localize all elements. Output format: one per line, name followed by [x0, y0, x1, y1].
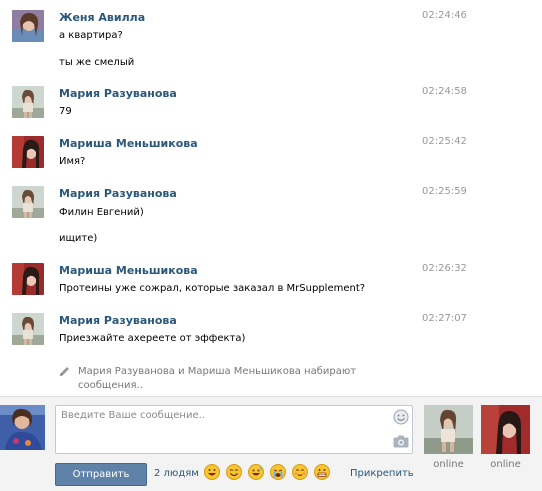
message-author[interactable]: Женя Авилла: [59, 11, 145, 24]
message-time: 02:24:46: [422, 10, 467, 21]
attach-link[interactable]: Прикрепить: [350, 468, 414, 479]
message-input[interactable]: [56, 406, 386, 453]
message-composer: Отправить 2 людям Прикрепить online: [0, 396, 542, 491]
sweat-smile-emoji-icon[interactable]: [248, 464, 264, 480]
typing-text: сообщения..: [78, 380, 143, 391]
camera-icon[interactable]: [393, 435, 409, 448]
smiling-emoji-icon[interactable]: [226, 464, 242, 480]
recipients-link[interactable]: 2 людям: [154, 468, 199, 479]
crying-emoji-icon[interactable]: [270, 464, 286, 480]
send-button[interactable]: Отправить: [55, 463, 147, 486]
typing-indicator: Мария Разуванова и Мариша Меньшикова наб…: [59, 365, 359, 393]
avatar[interactable]: [12, 263, 44, 295]
message-text: ищите): [59, 233, 98, 244]
message-text: ты же смелый: [59, 57, 135, 68]
avatar[interactable]: [12, 86, 44, 118]
message-input-box: [55, 405, 413, 454]
online-status: online: [433, 459, 464, 470]
chat-member-avatar[interactable]: [481, 405, 530, 454]
avatar[interactable]: [12, 313, 44, 345]
message-text: 79: [59, 106, 72, 117]
pencil-icon: [59, 366, 70, 382]
message-author[interactable]: Мариша Меньшикова: [59, 137, 198, 150]
blushing-emoji-icon[interactable]: [292, 464, 308, 480]
avatar[interactable]: [12, 136, 44, 168]
online-status: online: [490, 459, 521, 470]
my-avatar[interactable]: [0, 405, 45, 450]
avatar[interactable]: [12, 10, 44, 42]
message-text: Филин Евгений): [59, 207, 144, 218]
message-time: 02:25:42: [422, 136, 467, 147]
message-time: 02:24:58: [422, 86, 467, 97]
message-author[interactable]: Мария Разуванова: [59, 87, 177, 100]
message-history: Женя Авилла 02:24:46 а квартира? ты же с…: [0, 0, 542, 396]
message-text: Протеины уже сожрал, которые заказал в M…: [59, 283, 366, 294]
smile-icon[interactable]: [393, 409, 409, 425]
avatar[interactable]: [12, 186, 44, 218]
message-author[interactable]: Мария Разуванова: [59, 314, 177, 327]
message-author[interactable]: Мариша Меньшикова: [59, 264, 198, 277]
message-time: 02:26:32: [422, 263, 467, 274]
typing-text: Мария Разуванова и Мариша Меньшикова наб…: [78, 366, 357, 377]
chat-member-avatar[interactable]: [424, 405, 473, 454]
message-time: 02:27:07: [422, 313, 467, 324]
message-author[interactable]: Мария Разуванова: [59, 187, 177, 200]
message-time: 02:25:59: [422, 186, 467, 197]
grimacing-emoji-icon[interactable]: [314, 464, 330, 480]
message-text: Приезжайте ахереете от эффекта): [59, 333, 246, 344]
message-text: Имя?: [59, 156, 86, 167]
message-text: а квартира?: [59, 30, 123, 41]
grinning-emoji-icon[interactable]: [204, 464, 220, 480]
